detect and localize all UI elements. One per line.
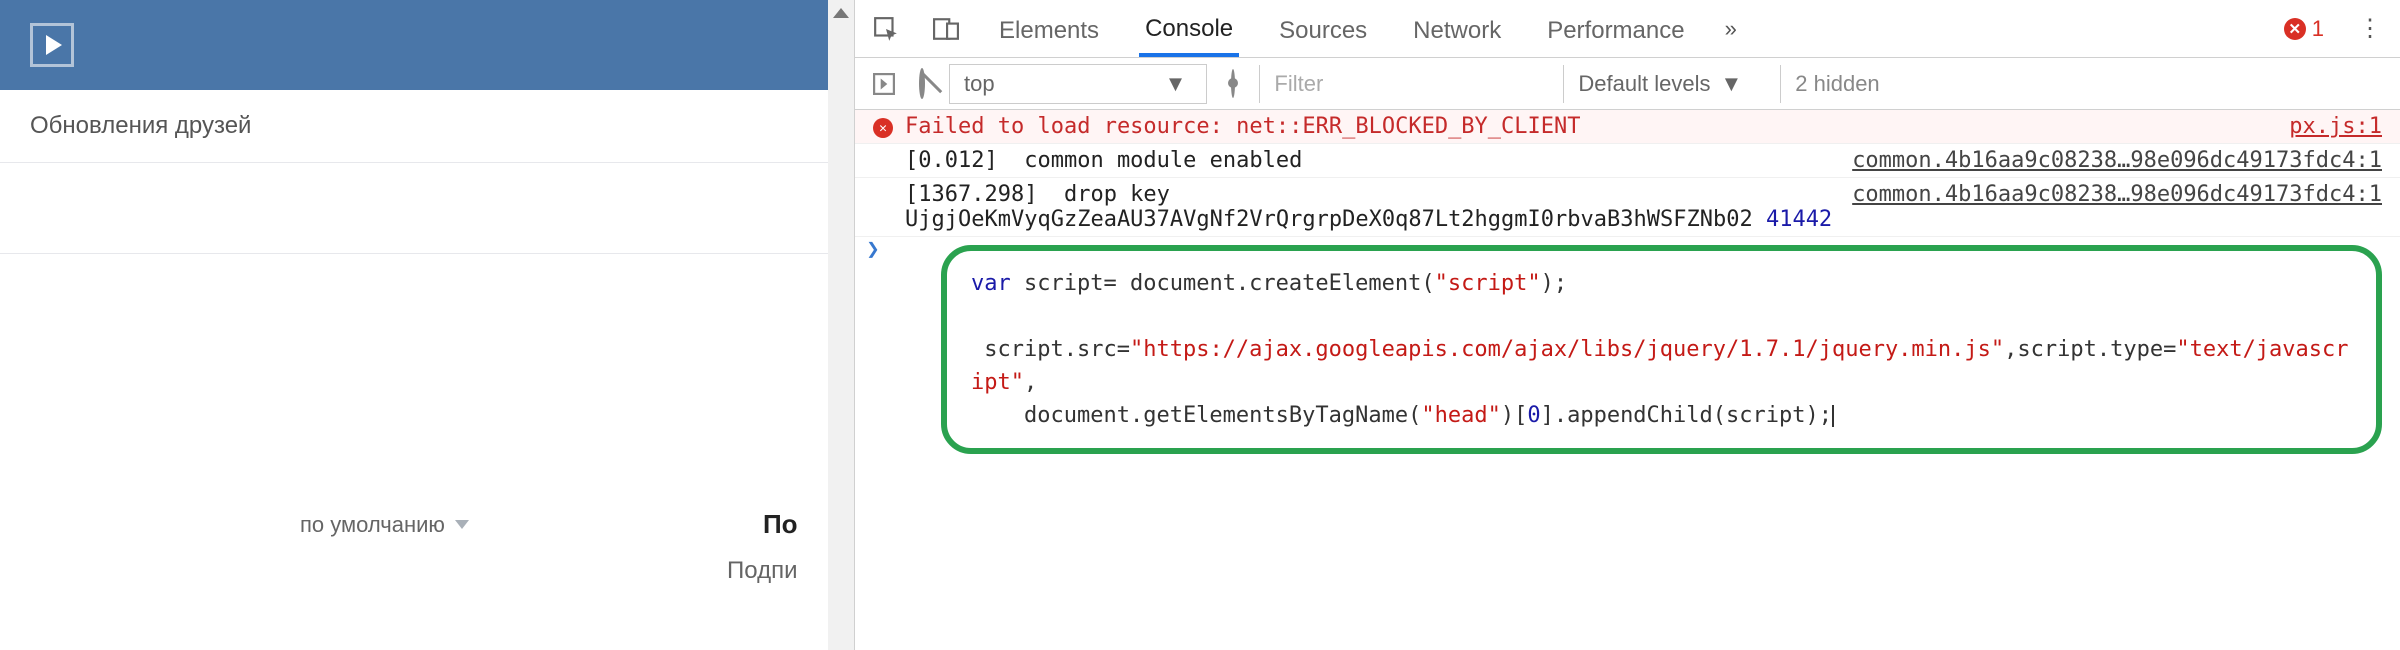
feed-body: по умолчанию По Подпи [0,163,828,650]
play-triangle-icon [46,35,62,55]
tab-sources[interactable]: Sources [1273,3,1373,55]
vk-page-fragment: Обновления друзей по умолчанию По Подпи [0,0,828,650]
console-input[interactable]: var script= document.createElement("scri… [941,245,2382,454]
sort-dropdown[interactable]: по умолчанию [300,512,469,538]
text-cursor [1832,405,1834,427]
log-message: Failed to load resource: net::ERR_BLOCKE… [905,114,2269,139]
inspect-element-icon[interactable] [873,16,899,42]
tab-console[interactable]: Console [1139,1,1239,57]
toggle-device-icon[interactable] [933,16,959,42]
console-toolbar: top ▼ Filter Default levels ▼ 2 hidden [855,58,2400,110]
divider [0,253,828,254]
devtools-menu-icon[interactable]: ⋮ [2358,14,2382,43]
log-source-link[interactable]: common.4b16aa9c08238…98e096dc49173fdc4:1 [1832,182,2382,207]
context-selector[interactable]: top ▼ [949,64,1207,104]
error-dot-icon: ✕ [2284,18,2306,40]
log-source-link[interactable]: px.js:1 [2269,114,2382,139]
log-entry-info: [0.012] common module enabled common.4b1… [855,144,2400,178]
error-icon: ✕ [873,118,893,138]
devtools-panel: Elements Console Sources Network Perform… [854,0,2400,650]
error-count-badge[interactable]: ✕ 1 [2284,16,2324,42]
log-levels-dropdown[interactable]: Default levels ▼ [1563,65,1756,103]
scroll-up-arrow-icon [833,8,849,18]
sort-label: по умолчанию [300,512,445,538]
vk-top-bar [0,0,828,90]
truncated-subtext: Подпи [727,557,797,585]
more-tabs-icon[interactable]: » [1725,16,1733,42]
filter-input[interactable]: Filter [1259,65,1539,103]
log-message: [0.012] common module enabled [905,148,1832,173]
chevron-down-icon: ▼ [1720,71,1742,97]
filter-placeholder: Filter [1274,71,1323,96]
live-expression-icon[interactable] [1231,71,1235,97]
chevron-down-icon [455,520,469,529]
chevron-down-icon: ▼ [1165,71,1187,97]
toggle-sidebar-icon[interactable] [873,73,895,95]
truncated-heading: По [763,509,798,540]
log-entry-error: ✕ Failed to load resource: net::ERR_BLOC… [855,110,2400,144]
console-input-row: ❯ var script= document.createElement("sc… [855,237,2400,472]
error-count: 1 [2312,16,2324,42]
hidden-count[interactable]: 2 hidden [1780,65,1893,103]
page-scrollbar[interactable] [828,0,854,650]
levels-label: Default levels [1578,71,1710,97]
console-prompt-icon: ❯ [855,237,891,472]
context-value: top [964,71,995,97]
log-message: [1367.298] drop keyUjgjOeKmVyqGzZeaAU37A… [905,182,1832,232]
tab-network[interactable]: Network [1407,3,1507,55]
feed-title: Обновления друзей [0,90,828,163]
clear-console-icon[interactable] [919,71,925,97]
tab-performance[interactable]: Performance [1541,3,1690,55]
log-entry-info: [1367.298] drop keyUjgjOeKmVyqGzZeaAU37A… [855,178,2400,237]
log-source-link[interactable]: common.4b16aa9c08238…98e096dc49173fdc4:1 [1832,148,2382,173]
play-icon[interactable] [30,23,74,67]
tab-elements[interactable]: Elements [993,3,1105,55]
console-log-area: ✕ Failed to load resource: net::ERR_BLOC… [855,110,2400,650]
devtools-tabs: Elements Console Sources Network Perform… [855,0,2400,58]
